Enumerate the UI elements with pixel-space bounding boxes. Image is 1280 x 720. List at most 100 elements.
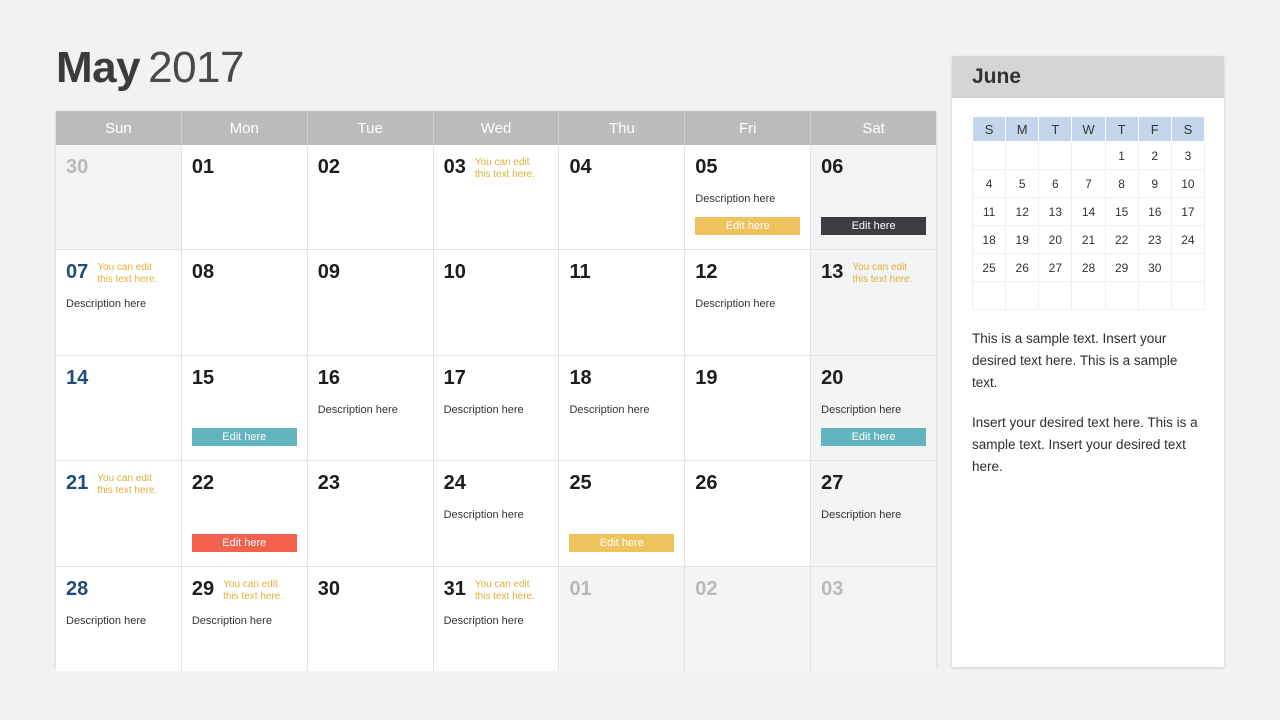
- day-description[interactable]: Description here: [444, 508, 549, 522]
- mini-day-17[interactable]: 17: [1170, 197, 1206, 226]
- mini-day-9[interactable]: 9: [1137, 169, 1172, 198]
- day-cell-03[interactable]: 03 You can edit this text here.: [433, 145, 560, 250]
- day-description[interactable]: Description here: [695, 192, 800, 206]
- day-description[interactable]: Description here: [66, 614, 171, 628]
- day-edit-note[interactable]: You can edit this text here.: [97, 261, 157, 286]
- day-cell-22[interactable]: 22 Edit here: [181, 461, 308, 566]
- day-cell-13[interactable]: 13 You can edit this text here.: [811, 250, 937, 355]
- day-description[interactable]: Description here: [444, 403, 549, 417]
- day-cell-19[interactable]: 19: [685, 355, 812, 461]
- day-cell-21[interactable]: 21 You can edit this text here.: [56, 461, 182, 566]
- calendar-week-row: 14 15 Edit here 16 Description here 17 Descrip…: [56, 355, 937, 462]
- day-cell-10[interactable]: 10: [433, 250, 560, 355]
- mini-day-11[interactable]: 11: [971, 197, 1007, 226]
- mini-day-20[interactable]: 20: [1038, 225, 1073, 254]
- day-cell-header: 02: [318, 156, 423, 180]
- day-cell-25[interactable]: 25 Edit here: [559, 461, 686, 566]
- day-cell-01[interactable]: 01: [181, 145, 308, 250]
- day-description[interactable]: Description here: [318, 403, 423, 417]
- day-cell-24[interactable]: 24 Description here: [433, 461, 560, 566]
- day-edit-note[interactable]: You can edit this text here.: [223, 578, 283, 603]
- day-cell-04[interactable]: 04: [559, 145, 686, 250]
- day-cell-14[interactable]: 14: [56, 355, 182, 461]
- mini-day-10[interactable]: 10: [1170, 169, 1206, 198]
- day-cell-header: 14: [66, 367, 171, 391]
- day-edit-note[interactable]: You can edit this text here.: [97, 472, 157, 497]
- edit-here-button[interactable]: Edit here: [821, 428, 927, 447]
- day-cell-01[interactable]: 01: [559, 566, 686, 671]
- day-cell-17[interactable]: 17 Description here: [433, 355, 560, 461]
- mini-day-2[interactable]: 2: [1137, 141, 1172, 170]
- mini-day-23[interactable]: 23: [1137, 225, 1172, 254]
- mini-day-16[interactable]: 16: [1137, 197, 1172, 226]
- day-number: 27: [821, 472, 844, 495]
- mini-day-21[interactable]: 21: [1071, 225, 1106, 254]
- day-number: 03: [821, 577, 844, 600]
- day-description[interactable]: Description here: [695, 297, 800, 311]
- day-cell-12[interactable]: 12 Description here: [685, 250, 812, 355]
- day-description[interactable]: Description here: [821, 403, 926, 417]
- day-cell-23[interactable]: 23: [307, 461, 434, 566]
- mini-day-1[interactable]: 1: [1104, 141, 1139, 170]
- mini-day-29[interactable]: 29: [1104, 253, 1139, 282]
- weekday-header-thu: Thu: [559, 111, 686, 145]
- day-cell-05[interactable]: 05 Description here Edit here: [685, 145, 812, 250]
- day-description[interactable]: Description here: [192, 614, 297, 628]
- mini-day-24[interactable]: 24: [1170, 225, 1206, 254]
- day-cell-30[interactable]: 30: [56, 145, 182, 250]
- day-cell-30[interactable]: 30: [307, 566, 434, 671]
- mini-day-27[interactable]: 27: [1038, 253, 1073, 282]
- day-cell-09[interactable]: 09: [307, 250, 434, 355]
- edit-here-button[interactable]: Edit here: [821, 217, 927, 236]
- day-cell-26[interactable]: 26: [685, 461, 812, 566]
- mini-day-30[interactable]: 30: [1137, 253, 1172, 282]
- mini-day-15[interactable]: 15: [1104, 197, 1139, 226]
- day-cell-03[interactable]: 03: [811, 566, 937, 671]
- mini-day-25[interactable]: 25: [971, 253, 1007, 282]
- mini-day-3[interactable]: 3: [1170, 141, 1206, 170]
- weekday-header-mon: Mon: [182, 111, 308, 145]
- day-description[interactable]: Description here: [444, 614, 549, 628]
- edit-here-button[interactable]: Edit here: [191, 533, 297, 552]
- day-cell-header: 26: [695, 472, 800, 496]
- day-cell-11[interactable]: 11: [559, 250, 686, 355]
- day-cell-29[interactable]: 29 You can edit this text here. Descriptio…: [181, 566, 308, 671]
- day-cell-07[interactable]: 07 You can edit this text here. Descriptio…: [56, 250, 182, 355]
- day-description[interactable]: Description here: [821, 508, 926, 522]
- mini-day-5[interactable]: 5: [1005, 169, 1040, 198]
- day-cell-27[interactable]: 27 Description here: [811, 461, 937, 566]
- edit-here-button[interactable]: Edit here: [695, 217, 801, 236]
- mini-day-7[interactable]: 7: [1071, 169, 1106, 198]
- day-cell-28[interactable]: 28 Description here: [56, 566, 182, 671]
- mini-day-empty: [1038, 281, 1073, 310]
- edit-here-button[interactable]: Edit here: [569, 533, 675, 552]
- mini-day-14[interactable]: 14: [1071, 197, 1106, 226]
- day-cell-31[interactable]: 31 You can edit this text here. Descriptio…: [433, 566, 560, 671]
- day-cell-02[interactable]: 02: [307, 145, 434, 250]
- day-cell-16[interactable]: 16 Description here: [307, 355, 434, 461]
- day-cell-02[interactable]: 02: [685, 566, 812, 671]
- day-cell-08[interactable]: 08: [181, 250, 308, 355]
- day-cell-15[interactable]: 15 Edit here: [181, 355, 308, 461]
- mini-day-26[interactable]: 26: [1005, 253, 1040, 282]
- mini-day-19[interactable]: 19: [1005, 225, 1040, 254]
- day-description[interactable]: Description here: [569, 403, 674, 417]
- mini-day-18[interactable]: 18: [971, 225, 1007, 254]
- mini-day-8[interactable]: 8: [1104, 169, 1139, 198]
- calendar-week-row: 07 You can edit this text here. Descriptio…: [56, 250, 937, 356]
- mini-day-6[interactable]: 6: [1038, 169, 1073, 198]
- mini-day-13[interactable]: 13: [1038, 197, 1073, 226]
- mini-day-12[interactable]: 12: [1005, 197, 1040, 226]
- day-edit-note[interactable]: You can edit this text here.: [475, 578, 535, 603]
- day-cell-06[interactable]: 06 Edit here: [811, 145, 937, 250]
- day-edit-note[interactable]: You can edit this text here.: [475, 156, 535, 181]
- day-edit-note[interactable]: You can edit this text here.: [852, 261, 912, 286]
- day-cell-20[interactable]: 20 Description here Edit here: [811, 355, 937, 461]
- mini-calendar-row: [971, 281, 1206, 310]
- day-cell-18[interactable]: 18 Description here: [559, 355, 686, 461]
- day-description[interactable]: Description here: [66, 297, 171, 311]
- edit-here-button[interactable]: Edit here: [191, 428, 297, 447]
- mini-day-22[interactable]: 22: [1104, 225, 1139, 254]
- mini-day-4[interactable]: 4: [971, 169, 1007, 198]
- mini-day-28[interactable]: 28: [1071, 253, 1106, 282]
